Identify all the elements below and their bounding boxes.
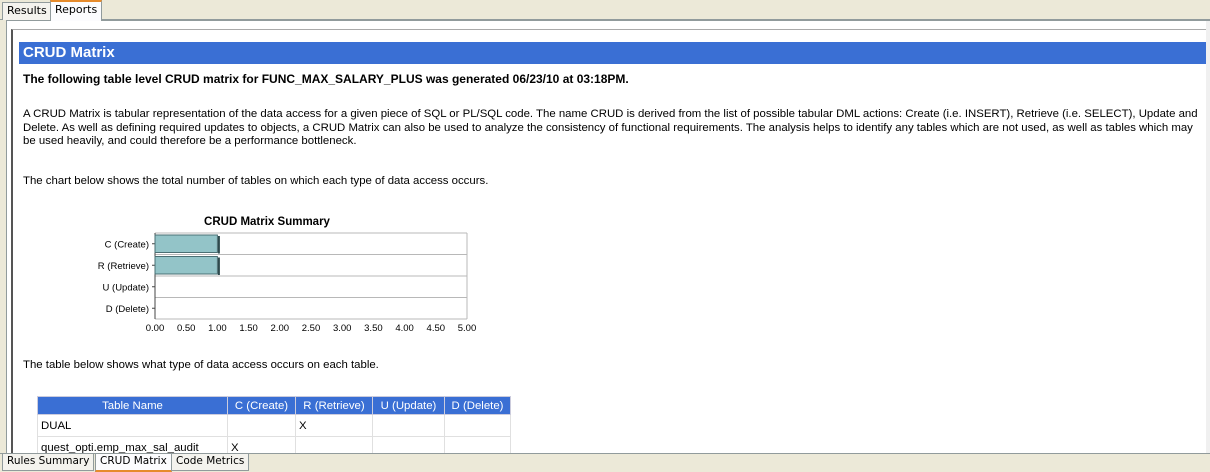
chart-x-tick-label: 1.00 <box>208 323 227 334</box>
report-frame: CRUD Matrix The following table level CR… <box>6 20 1210 453</box>
cell-create <box>227 414 296 437</box>
cell-delete <box>444 414 511 437</box>
col-delete: D (Delete) <box>444 396 511 415</box>
chart-x-tick-label: 2.00 <box>271 323 290 334</box>
cell-update <box>372 436 445 453</box>
table-header-row: Table Name C (Create) R (Retrieve) U (Up… <box>37 396 511 415</box>
col-create: C (Create) <box>227 396 296 415</box>
col-retrieve: R (Retrieve) <box>295 396 373 415</box>
chart-x-tick-label: 0.50 <box>177 323 196 334</box>
chart-category-label: U (Update) <box>103 282 149 293</box>
report-header: CRUD Matrix <box>19 42 1209 64</box>
bottom-tab-strip: Rules Summary CRUD Matrix Code Metrics <box>0 453 1210 472</box>
cell-retrieve: X <box>295 414 373 437</box>
chart-x-tick-label: 5.00 <box>458 323 477 334</box>
tab-crud-matrix[interactable]: CRUD Matrix <box>95 454 172 472</box>
chart-category-label: D (Delete) <box>106 304 149 315</box>
crud-summary-chart: CRUD Matrix Summary C (Create) R (Retrieve… <box>77 205 487 337</box>
table-row: quest_opti.emp_max_sal_audit X <box>37 436 511 453</box>
table-note: The table below shows what type of data … <box>23 359 379 371</box>
report-description: A CRUD Matrix is tabular representation … <box>23 108 1198 147</box>
chart-category-label: R (Retrieve) <box>98 261 149 272</box>
chart-x-tick-label: 4.00 <box>395 323 414 334</box>
chart-title: CRUD Matrix Summary <box>204 216 330 228</box>
chart-bar <box>154 256 218 275</box>
col-table-name: Table Name <box>37 396 228 415</box>
tab-reports[interactable]: Reports <box>50 0 103 21</box>
vertical-scrollbar[interactable] <box>1206 21 1210 453</box>
cell-table-name: DUAL <box>37 414 228 437</box>
cell-create: X <box>227 436 296 453</box>
chart-x-tick-label: 2.50 <box>302 323 321 334</box>
chart-x-tick-label: 1.50 <box>239 323 258 334</box>
cell-table-name: quest_opti.emp_max_sal_audit <box>37 436 228 453</box>
chart-x-tick-label: 3.00 <box>333 323 352 334</box>
report-subtitle: The following table level CRUD matrix fo… <box>23 72 629 86</box>
col-update: U (Update) <box>372 396 445 415</box>
table-row: DUAL X <box>37 414 511 437</box>
cell-delete <box>444 436 511 453</box>
cell-update <box>372 414 445 437</box>
top-tab-strip: Results Reports <box>0 0 1210 21</box>
chart-category-label: C (Create) <box>105 239 149 250</box>
chart-svg: CRUD Matrix Summary C (Create) R (Retrieve… <box>98 216 477 334</box>
tab-rules-summary[interactable]: Rules Summary <box>2 454 95 471</box>
report-content: CRUD Matrix The following table level CR… <box>11 29 1210 453</box>
chart-note: The chart below shows the total number o… <box>23 175 489 187</box>
chart-bar <box>154 234 218 253</box>
chart-x-tick-label: 4.50 <box>427 323 446 334</box>
crud-table: Table Name C (Create) R (Retrieve) U (Up… <box>37 396 511 453</box>
chart-x-tick-label: 0.00 <box>146 323 165 334</box>
cell-retrieve <box>295 436 373 453</box>
tab-code-metrics[interactable]: Code Metrics <box>171 454 250 471</box>
chart-x-tick-label: 3.50 <box>364 323 383 334</box>
tab-results[interactable]: Results <box>2 2 52 20</box>
